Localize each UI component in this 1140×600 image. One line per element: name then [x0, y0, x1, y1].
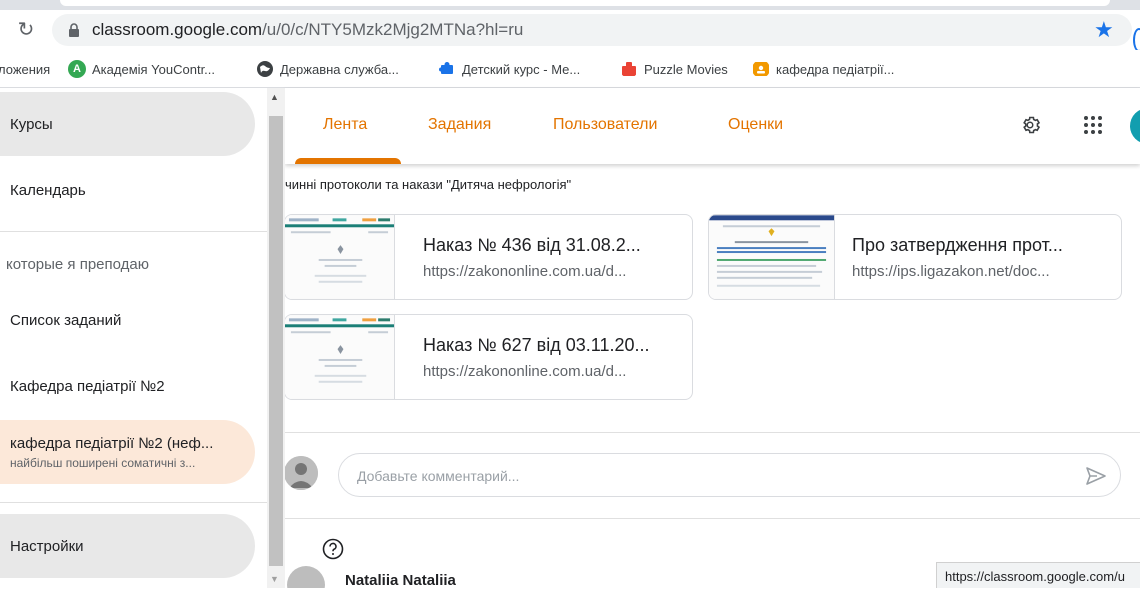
drawer-divider	[0, 231, 267, 232]
post-title: чинні протоколи та накази "Дитяча нефрол…	[285, 177, 572, 192]
attachment-url: https://zakononline.com.ua/d...	[423, 363, 627, 380]
tab-classwork[interactable]: Задания	[428, 116, 491, 134]
bookmark-label: Державна служба...	[280, 61, 399, 77]
bookmark-kafedra[interactable]: кафедра педіатрії...	[752, 59, 894, 79]
classroom-board-icon	[753, 62, 769, 76]
google-apps-icon[interactable]	[1083, 115, 1103, 135]
drawer-item-class-pediatrics[interactable]: Кафедра педіатрії №2	[0, 354, 255, 418]
attachment-thumbnail	[709, 215, 835, 299]
attachment-url: https://ips.ligazakon.net/doc...	[852, 263, 1050, 280]
puzzle-movies-icon	[622, 62, 636, 76]
bookmark-youcontrol[interactable]: A Академія YouContr...	[68, 59, 215, 79]
gear-icon[interactable]	[1018, 113, 1042, 137]
scrollbar-thumb[interactable]	[269, 116, 283, 566]
bookmarks-bar: ложения A Академія YouContr... Державна …	[0, 50, 1140, 88]
attachment-url: https://zakononline.com.ua/d...	[423, 263, 627, 280]
bookmark-label: Puzzle Movies	[644, 61, 728, 77]
lock-icon[interactable]	[68, 23, 80, 37]
post-author-name[interactable]: Nataliia Nataliia	[345, 572, 456, 589]
attachment-thumbnail	[285, 215, 395, 299]
drawer-section-teaching[interactable]: которые я преподаю	[6, 256, 149, 273]
link-status-tooltip: https://classroom.google.com/u	[936, 562, 1140, 590]
tab-people[interactable]: Пользователи	[553, 116, 657, 134]
active-tab-edge	[60, 0, 1110, 6]
scroll-up-arrow-icon[interactable]: ▲	[270, 92, 279, 102]
page-bottom	[0, 588, 1140, 600]
drawer-item-label: Кафедра педіатрії №2	[10, 377, 165, 395]
bookmark-label: ложения	[0, 61, 51, 77]
address-bar[interactable]: classroom.google.com/u/0/c/NTY5Mzk2Mjg2M…	[52, 14, 1132, 46]
bookmark-detskiy-kurs[interactable]: Детский курс - Ме...	[438, 59, 580, 79]
drawer-item-label: Курсы	[10, 115, 53, 133]
drawer-item-label: кафедра педіатрії №2 (неф...	[10, 434, 214, 452]
drawer-item-label: Настройки	[10, 537, 84, 555]
attachment-card[interactable]: Про затвердження прот... https://ips.lig…	[708, 214, 1122, 300]
comment-field[interactable]	[338, 453, 1121, 497]
active-tab-indicator	[295, 158, 401, 164]
person-icon	[284, 456, 318, 490]
attachment-card[interactable]: Наказ № 436 від 31.08.2... https://zakon…	[284, 214, 693, 300]
bookmark-derzhavna-sluzhba[interactable]: Державна служба...	[256, 59, 399, 79]
attachment-thumbnail	[285, 315, 395, 399]
post-divider	[285, 518, 1140, 519]
drawer-item-sublabel: найбільш поширені соматичні з...	[10, 455, 196, 470]
user-avatar	[284, 456, 318, 490]
drawer-divider	[0, 502, 267, 503]
tab-stream[interactable]: Лента	[323, 116, 367, 134]
drawer-item-label: Список заданий	[10, 311, 122, 329]
comment-input[interactable]	[357, 465, 1057, 487]
help-icon[interactable]	[322, 538, 344, 560]
url-host: classroom.google.com	[92, 20, 263, 39]
youcontrol-logo-icon: A	[68, 60, 86, 78]
tab-grades[interactable]: Оценки	[728, 116, 783, 134]
globe-icon	[257, 61, 273, 77]
drawer-item-courses[interactable]: Курсы	[0, 92, 255, 156]
reload-icon[interactable]: ↻	[14, 18, 38, 42]
drawer-scrollbar[interactable]: ▲ ▼	[267, 88, 285, 588]
navigation-drawer: Курсы Календарь которые я преподаю Списо…	[0, 88, 267, 588]
drawer-item-calendar[interactable]: Календарь	[0, 158, 255, 222]
bookmark-star-icon[interactable]: ★	[1094, 18, 1114, 42]
puzzle-icon	[439, 62, 453, 74]
attachment-title: Про затвердження прот...	[852, 235, 1063, 255]
send-icon[interactable]	[1084, 464, 1108, 488]
comments-divider	[285, 432, 1140, 433]
attachment-title: Наказ № 627 від 03.11.20...	[423, 335, 650, 355]
bookmark-label: Академія YouContr...	[92, 61, 216, 77]
drawer-item-label: Календарь	[10, 181, 86, 199]
url-path: /u/0/c/NTY5Mzk2Mjg2MTNa?hl=ru	[262, 20, 524, 39]
drawer-item-todo[interactable]: Список заданий	[0, 288, 255, 352]
browser-toolbar: ↻ classroom.google.com/u/0/c/NTY5Mzk2Mjg…	[0, 10, 1140, 52]
scroll-down-arrow-icon[interactable]: ▼	[270, 574, 279, 584]
account-avatar[interactable]	[1130, 108, 1140, 144]
drawer-item-class-nephrology[interactable]: кафедра педіатрії №2 (неф... найбільш по…	[0, 420, 255, 484]
browser-tabstrip	[0, 0, 1140, 10]
classroom-top-nav: Лента Задания Пользователи Оценки	[285, 88, 1140, 164]
drawer-item-settings[interactable]: Настройки	[0, 514, 255, 578]
bookmark-label: кафедра педіатрії...	[776, 61, 895, 77]
attachment-title: Наказ № 436 від 31.08.2...	[423, 235, 641, 255]
bookmark-label: Детский курс - Ме...	[462, 61, 581, 77]
bookmark-puzzle-movies[interactable]: Puzzle Movies	[620, 59, 728, 79]
bookmark-apps[interactable]: ложения	[0, 59, 50, 79]
attachment-card[interactable]: Наказ № 627 від 03.11.20... https://zako…	[284, 314, 693, 400]
url-text[interactable]: classroom.google.com/u/0/c/NTY5Mzk2Mjg2M…	[92, 20, 523, 40]
profile-icon[interactable]	[1133, 28, 1140, 52]
